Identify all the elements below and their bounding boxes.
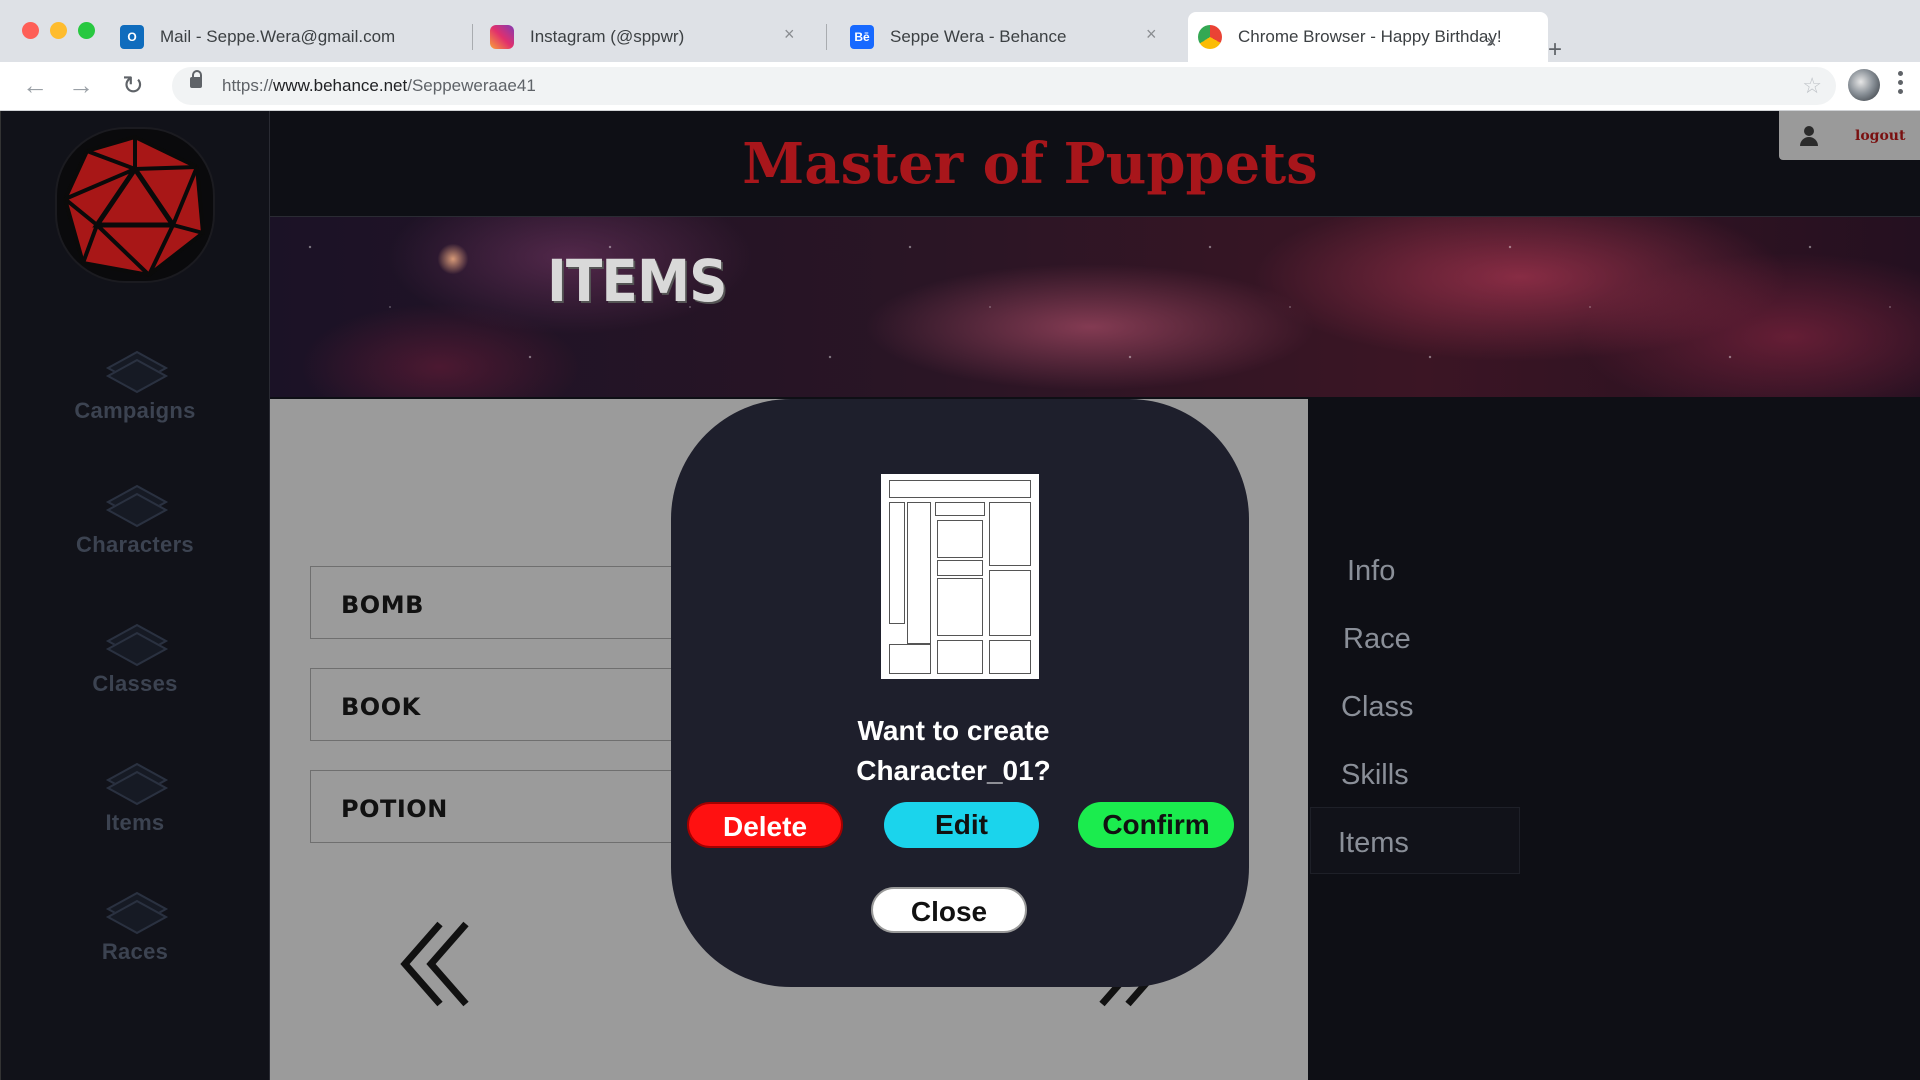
layers-icon [105, 346, 169, 394]
menu-item-info[interactable]: Info [1347, 555, 1395, 588]
character-sheet-thumbnail [881, 474, 1039, 679]
confirm-button[interactable]: Confirm [1078, 802, 1234, 848]
tab-chrome-active[interactable]: Chrome Browser - Happy Birthday! × [1188, 12, 1548, 62]
tab-instagram[interactable]: Instagram (@sppwr) × [490, 12, 810, 62]
tab-mail[interactable]: O Mail - Seppe.Wera@gmail.com [120, 12, 460, 62]
back-arrow-icon[interactable]: ← [22, 72, 48, 98]
delete-button[interactable]: Delete [687, 802, 843, 848]
sidebar-item-label: Campaigns [74, 398, 196, 423]
page-title: ITEMS [547, 247, 728, 315]
menu-item-items[interactable]: Items [1338, 827, 1409, 860]
sidebar: Campaigns Characters Classes Items Races [0, 111, 270, 1080]
app-title: Master of Puppets [742, 131, 1318, 197]
logout-label: logout [1855, 127, 1906, 144]
star-field [270, 217, 1920, 397]
window-minimize-button[interactable] [50, 22, 67, 39]
layers-icon [105, 619, 169, 667]
layers-icon [105, 887, 169, 935]
dialog-question-line1: Want to create [857, 715, 1050, 746]
sidebar-item-races[interactable]: Races [1, 887, 269, 965]
tab-title: Seppe Wera - Behance [890, 27, 1067, 46]
sidebar-item-label: Characters [76, 532, 194, 557]
tab-separator [472, 24, 473, 50]
instagram-icon [490, 25, 514, 49]
window-close-button[interactable] [22, 22, 39, 39]
sidebar-item-classes[interactable]: Classes [1, 619, 269, 697]
url-text: https://www.behance.net/Seppeweraae41 [222, 76, 536, 95]
character-menu: Info Race Class Skills Items [1310, 399, 1920, 1080]
app-header: Master of Puppets logout [270, 111, 1920, 217]
chrome-icon [1198, 25, 1222, 49]
item-name: BOMB [341, 591, 424, 619]
menu-item-race[interactable]: Race [1343, 623, 1411, 656]
double-chevron-left-icon[interactable] [400, 919, 480, 1009]
tab-title: Chrome Browser - Happy Birthday! [1238, 27, 1502, 46]
sidebar-item-label: Items [105, 810, 165, 835]
browser-tab-bar: O Mail - Seppe.Wera@gmail.com Instagram … [0, 0, 1920, 62]
url-field[interactable]: https://www.behance.net/Seppeweraae41 ☆ [172, 67, 1836, 105]
sidebar-item-characters[interactable]: Characters [1, 480, 269, 558]
item-name: POTION [341, 795, 448, 823]
layers-icon [105, 758, 169, 806]
menu-item-skills[interactable]: Skills [1341, 759, 1409, 792]
browser-menu-icon[interactable] [1898, 71, 1904, 98]
close-button[interactable]: Close [871, 887, 1027, 933]
lock-icon [190, 70, 202, 88]
window-maximize-button[interactable] [78, 22, 95, 39]
create-character-dialog: Want to create Character_01? Delete Edit… [671, 399, 1249, 987]
edit-button[interactable]: Edit [884, 802, 1039, 848]
forward-arrow-icon[interactable]: → [68, 72, 94, 98]
bookmark-star-icon[interactable]: ☆ [1802, 73, 1822, 99]
tab-behance[interactable]: Bē Seppe Wera - Behance × [850, 12, 1170, 62]
user-icon [1799, 125, 1819, 146]
tab-close-icon[interactable]: × [1146, 24, 1157, 45]
dialog-question-line2: Character_01? [856, 755, 1051, 786]
tab-title: Mail - Seppe.Wera@gmail.com [160, 27, 396, 46]
profile-avatar[interactable] [1848, 69, 1880, 101]
sidebar-item-label: Classes [92, 671, 178, 696]
app-window: Campaigns Characters Classes Items Races… [0, 111, 1920, 1080]
reload-icon[interactable]: ↻ [122, 72, 144, 98]
tab-close-icon[interactable]: × [1486, 32, 1497, 53]
menu-item-class[interactable]: Class [1341, 691, 1414, 724]
address-bar: ← → ↻ https://www.behance.net/Seppeweraa… [0, 62, 1920, 111]
outlook-icon: O [120, 25, 144, 49]
layers-icon [105, 480, 169, 528]
sidebar-item-label: Races [101, 939, 169, 964]
logout-button[interactable]: logout [1779, 111, 1920, 160]
tab-close-icon[interactable]: × [784, 24, 795, 45]
galaxy-banner: ITEMS [270, 217, 1920, 397]
d20-logo[interactable] [57, 129, 213, 281]
tab-separator [826, 24, 827, 50]
sidebar-item-items[interactable]: Items [1, 758, 269, 836]
dialog-question: Want to create Character_01? [671, 711, 1236, 791]
item-name: BOOK [341, 693, 421, 721]
behance-icon: Bē [850, 25, 874, 49]
tab-title: Instagram (@sppwr) [530, 27, 685, 46]
new-tab-icon[interactable]: + [1548, 38, 1562, 62]
sidebar-item-campaigns[interactable]: Campaigns [1, 346, 269, 424]
